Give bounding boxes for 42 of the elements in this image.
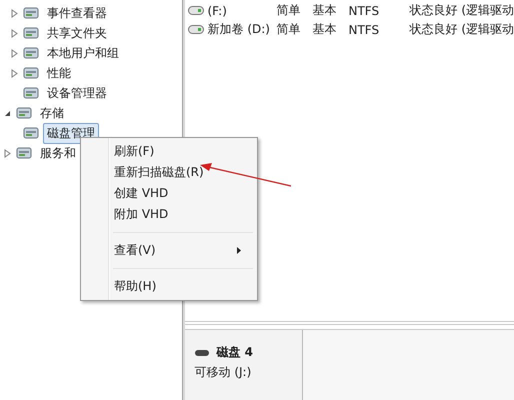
expand-icon[interactable] [4,148,10,158]
table-cell: 状态良好 (逻辑驱动 [410,21,514,38]
node-icon [23,85,39,101]
expand-icon[interactable] [10,28,18,38]
tree-item[interactable]: 服务和 [36,142,80,164]
menu-item[interactable]: 附加 VHD [83,204,255,225]
volume-name: (F:) [208,4,227,18]
table-cell-text: 简单 [276,21,302,38]
expand-icon[interactable] [10,68,18,78]
tree-item[interactable]: 性能 [43,62,75,84]
tree-item[interactable]: 事件查看器 [43,2,111,24]
node-icon [23,65,39,81]
tree-item[interactable]: 共享文件夹 [43,22,111,44]
node-icon [23,25,39,41]
tree-item[interactable]: 本地用户和组 [43,42,123,64]
expand-icon[interactable] [10,48,18,58]
table-cell-text: 基本 [312,21,338,38]
node-icon [16,145,32,161]
drive-icon [188,6,204,15]
disk-type: 可移动 (J:) [194,364,252,381]
tree-item[interactable]: 设备管理器 [43,82,111,104]
table-cell: 状态良好 (逻辑驱动 [410,2,514,19]
node-icon [23,5,39,21]
expand-icon[interactable] [10,8,18,18]
collapse-icon[interactable] [4,110,10,116]
table-cell-text: NTFS [348,22,380,36]
submenu-arrow-icon [237,247,241,254]
menu-item[interactable]: 创建 VHD [83,183,255,204]
table-cell-text: NTFS [348,4,380,18]
drive-icon [188,25,204,34]
disk-name: 磁盘 4 [216,344,254,361]
node-icon [23,45,39,61]
node-icon [23,125,39,141]
menu-item[interactable]: 重新扫描磁盘(R) [83,162,255,183]
menu-item[interactable]: 刷新(F) [83,141,255,162]
menu-item[interactable]: 帮助(H) [83,276,255,297]
menu-item[interactable]: 查看(V) [83,240,255,261]
table-cell-text: 简单 [276,2,302,19]
tree-item[interactable]: 存储 [36,102,68,124]
node-icon [16,105,32,121]
volume-name: 新加卷 (D:) [208,21,270,38]
table-cell-text: 基本 [312,2,338,19]
